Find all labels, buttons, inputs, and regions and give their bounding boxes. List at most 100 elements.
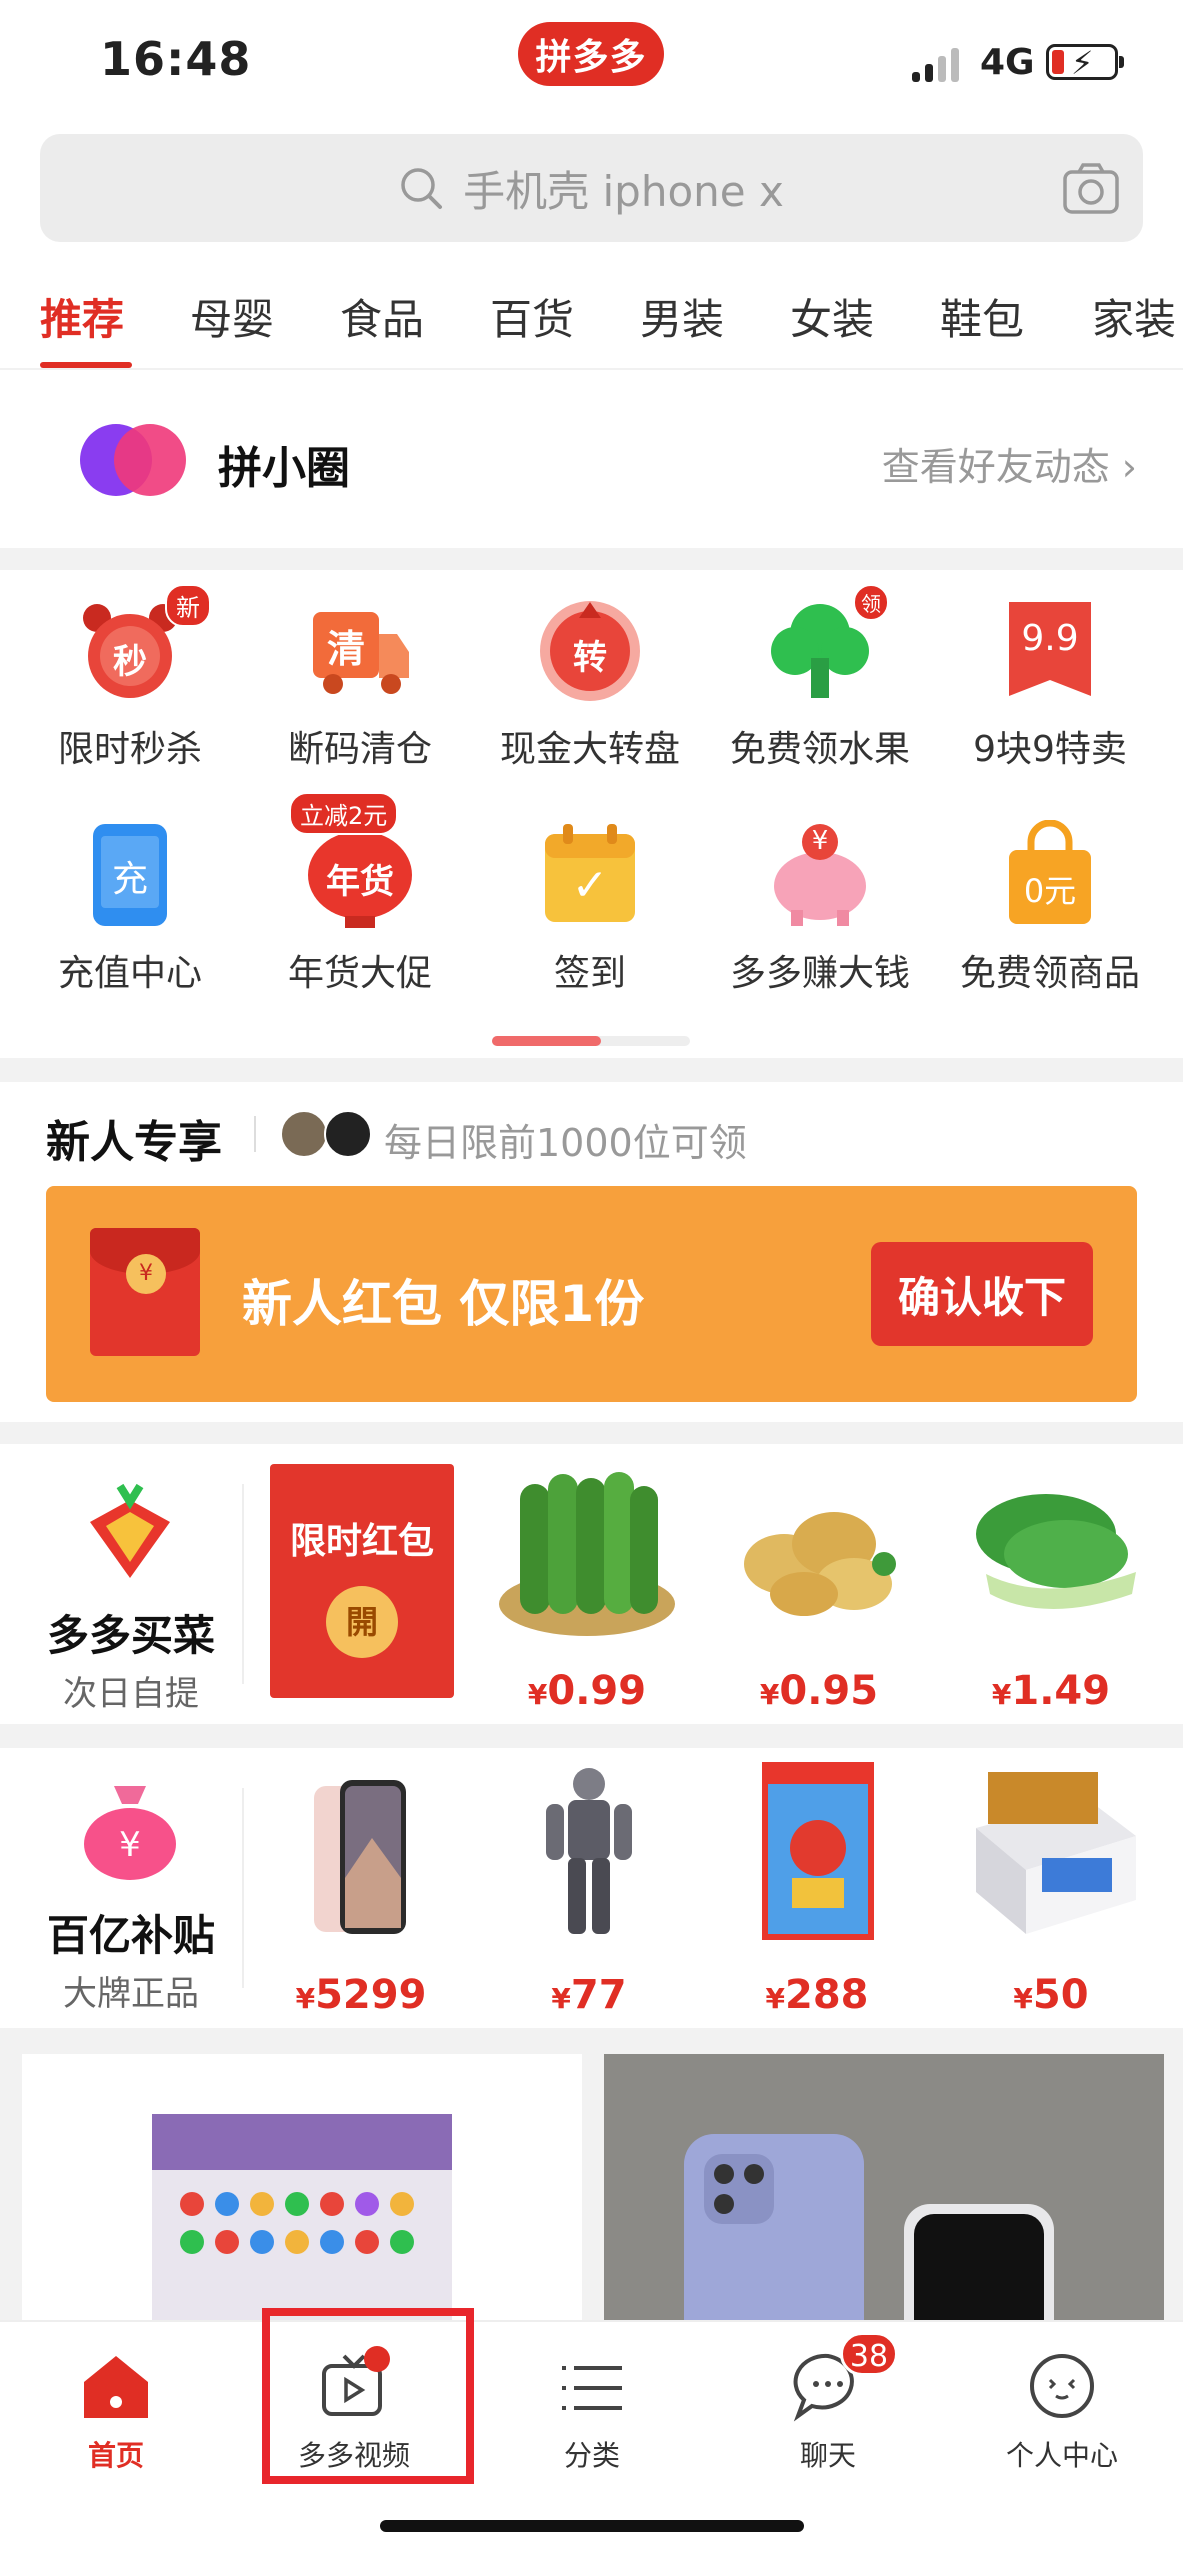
list-icon [562,2366,622,2410]
section-divider [0,1422,1183,1444]
open-red-packet-icon: 開 [326,1586,398,1658]
home-icon [84,2356,148,2418]
friend-circle-row[interactable]: 拼小圈 查看好友动态 › [0,370,1183,548]
iphone-image [314,1780,406,1934]
shortcut-free-product[interactable]: 0元 免费领商品 [932,819,1168,996]
cucumber-image [499,1472,675,1636]
grocery-title: 多多买菜 [46,1611,215,1660]
nav-category[interactable]: 分类 [492,2346,692,2474]
camera-icon[interactable] [1061,160,1121,216]
tree-icon: 领 [765,584,889,706]
calendar-check-icon: ✓ [535,820,645,930]
red-envelope-icon: ¥ [90,1228,200,1356]
category-tabs: 推荐 母婴 食品 百货 男装 女装 鞋包 家装 [0,268,1183,370]
tab-general[interactable]: 百货 [490,286,574,347]
potato-image [744,1512,896,1616]
subsidy-subtitle: 大牌正品 [63,1974,199,2014]
svg-text:¥: ¥ [119,1825,141,1865]
status-bar: 16:48 拼多多 4G ⚡ [0,0,1183,125]
product-cucumber[interactable]: ¥0.99 [492,1454,682,1714]
price-tag-icon: 9.9 [995,596,1105,706]
product-bok-choy[interactable]: ¥1.49 [956,1454,1146,1714]
friend-activity-link[interactable]: 查看好友动态 › [882,436,1137,491]
wheel-icon: 转 [535,596,645,706]
shortcut-earn-money[interactable]: ¥ 多多赚大钱 [702,820,938,996]
nav-chat[interactable]: 38 聊天 [728,2332,928,2474]
battery-icon: ⚡ [1046,44,1124,82]
product-iphone[interactable]: ¥5299 [266,1758,456,2018]
limited-red-packet[interactable]: 限时红包 開 [270,1464,454,1698]
avatar [324,1110,372,1158]
highlight-box [262,2308,474,2484]
newcomer-subtitle: 每日限前1000位可领 [384,1121,747,1165]
alarm-clock-icon: 秒 新 [75,584,211,706]
grocery-row: 多多买菜 次日自提 限时红包 開 ¥0.99 ¥0.95 ¥1.49 [0,1444,1183,1724]
grid-pager-fill [492,1036,601,1046]
shortcut-cash-wheel[interactable]: 转 现金大转盘 [472,596,708,772]
search-placeholder: 手机壳 iphone x [463,166,784,216]
product-price: 288 [784,1972,869,2018]
shortcut-flash-sale[interactable]: 秒 新 限时秒杀 [12,584,248,772]
piggy-bank-icon: ¥ [765,820,875,930]
product-mario-game[interactable]: ¥288 [722,1758,912,2018]
tab-womenswear[interactable]: 女装 [790,286,874,347]
search-bar[interactable]: 手机壳 iphone x [40,134,1143,242]
bok-choy-image [976,1494,1136,1609]
money-bag-icon: ¥ [84,1786,176,1880]
action-figure-image [546,1768,632,1934]
signal-icon [912,48,959,82]
avatar [280,1110,328,1158]
shopping-bag-icon: 0元 [995,819,1105,930]
search-icon [401,168,443,209]
shortcut-grid: 秒 新 限时秒杀 清 断码清仓 转 现金大转盘 领 免费领水果 9.9 9块9特… [0,570,1183,1055]
network-label: 4G [980,42,1035,83]
shortcut-new-year-sale[interactable]: 年货 立减2元 年货大促 [242,792,478,996]
brand-logo: 拼多多 [518,22,664,86]
carrot-logo-icon [90,1483,170,1578]
shortcut-topup[interactable]: 充 充值中心 [12,820,248,996]
newcomer-title: 新人专享 [46,1117,222,1168]
tab-food[interactable]: 食品 [340,286,424,347]
newcomer-section: 新人专享 每日限前1000位可领 ¥ 新人红包 仅限1份 确认收下 [0,1082,1183,1422]
product-potato[interactable]: ¥0.95 [724,1454,914,1714]
profile-icon [1030,2354,1094,2418]
shortcut-checkin[interactable]: ✓ 签到 [472,820,708,996]
shortcut-9-9-sale[interactable]: 9.9 9块9特卖 [932,596,1168,772]
newcomer-banner[interactable]: ¥ 新人红包 仅限1份 确认收下 [46,1186,1137,1402]
shortcut-clearance[interactable]: 清 断码清仓 [242,596,478,772]
lantern-icon: 年货 立减2元 [289,792,415,930]
product-feed [0,2028,1183,2384]
section-divider [0,1724,1183,1748]
product-price: 0.95 [779,1668,879,1714]
tab-baby[interactable]: 母婴 [190,286,274,347]
newcomer-banner-text: 新人红包 仅限1份 [242,1275,645,1333]
shortcut-free-fruit[interactable]: 领 免费领水果 [702,584,938,772]
grocery-subtitle: 次日自提 [63,1674,199,1714]
tab-home[interactable]: 家装 [1092,286,1176,347]
tab-recommend[interactable]: 推荐 [40,286,124,347]
friend-circle-logo-icon [80,424,186,496]
tab-shoes-bags[interactable]: 鞋包 [940,286,1024,347]
nav-home[interactable]: 首页 [16,2346,216,2474]
confirm-receive-button[interactable]: 确认收下 [871,1242,1093,1346]
product-card-box[interactable]: ¥50 [956,1758,1146,2018]
card-box-image [976,1772,1136,1934]
phone-topup-icon: 充 [75,820,185,930]
nav-profile[interactable]: 个人中心 [962,2346,1162,2474]
chat-unread-badge: 38 [840,2332,898,2376]
product-price: 5299 [315,1972,427,2018]
grid-pager [492,1036,690,1046]
home-indicator [380,2520,804,2532]
truck-icon: 清 [305,596,415,706]
status-time: 16:48 [100,32,252,86]
tab-underline [40,362,132,368]
section-divider [0,1058,1183,1082]
product-price: 0.99 [547,1668,647,1714]
product-action-figure[interactable]: ¥77 [494,1758,684,2018]
product-price: 1.49 [1011,1668,1111,1714]
section-divider [0,548,1183,570]
product-price: 77 [570,1972,627,2018]
tab-menswear[interactable]: 男装 [640,286,724,347]
mario-game-image [762,1762,874,1940]
subsidy-title: 百亿补贴 [46,1911,215,1960]
